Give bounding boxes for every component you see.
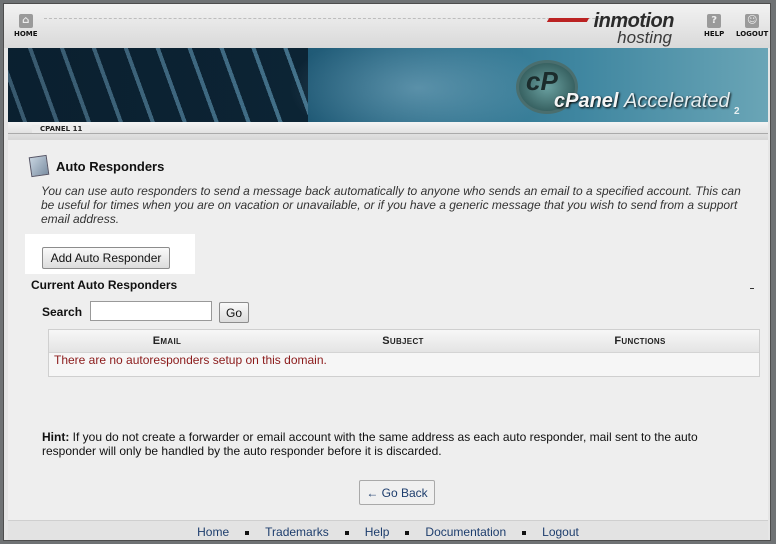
auto-responders-table: Email Subject Functions There are no aut… <box>48 329 760 377</box>
footer-separator <box>405 530 410 535</box>
go-button[interactable]: Go <box>219 302 249 323</box>
version-label: CPANEL 11 <box>32 125 91 133</box>
header-banner: cP cPanel Accelerated 2 <box>8 48 768 122</box>
empty-table-message: There are no autoresponders setup on thi… <box>49 353 759 376</box>
header-functions: Functions <box>614 335 666 347</box>
hint-text: Hint: If you do not create a forwarder o… <box>42 430 742 458</box>
footer-link-logout[interactable]: Logout <box>542 525 579 539</box>
home-icon: ⌂ <box>18 14 33 28</box>
footer-nav: Home Trademarks Help Documentation Logout <box>8 520 768 540</box>
search-input[interactable] <box>90 301 212 321</box>
hint-body: If you do not create a forwarder or emai… <box>42 430 698 458</box>
page-header: Auto Responders <box>28 154 165 178</box>
footer-link-documentation[interactable]: Documentation <box>425 525 506 539</box>
header-subject[interactable]: Subject <box>285 335 521 347</box>
footer-separator <box>522 530 527 535</box>
footer-separator <box>344 530 349 535</box>
brand-line2: hosting <box>617 28 672 47</box>
logo-version: 2 <box>734 106 740 117</box>
version-strip: CPANEL 11 <box>8 122 768 141</box>
footer-separator <box>245 530 250 535</box>
user-icon: ☺ <box>745 14 760 28</box>
brand-swoosh <box>546 18 590 22</box>
home-nav[interactable]: ⌂ HOME <box>14 14 38 38</box>
footer-link-trademarks[interactable]: Trademarks <box>265 525 329 539</box>
world-map-glow <box>288 48 548 122</box>
main-content: Auto Responders You can use auto respond… <box>8 140 768 520</box>
page-title: Auto Responders <box>56 158 165 174</box>
logo-text-cpanel: cPanel <box>554 90 619 112</box>
version-divider <box>8 133 768 134</box>
logout-label: LOGOUT <box>736 30 769 38</box>
footer-link-home[interactable]: Home <box>197 525 229 539</box>
hint-label: Hint: <box>42 430 70 444</box>
cpanel-window: ⌂ HOME inmotion hosting ? HELP ☺ LOGOUT … <box>3 3 771 541</box>
help-icon: ? <box>707 14 722 28</box>
logo-text-accelerated: Accelerated <box>624 90 730 112</box>
search-label: Search <box>42 305 83 319</box>
help-label: HELP <box>704 30 725 38</box>
network-cables-image <box>8 48 308 122</box>
inmotion-logo: inmotion hosting <box>544 10 684 47</box>
auto-responder-icon <box>28 154 50 178</box>
table-header: Email Subject Functions <box>49 330 759 353</box>
help-nav[interactable]: ? HELP <box>704 14 724 38</box>
add-auto-responder-button[interactable]: Add Auto Responder <box>42 247 170 269</box>
home-label: HOME <box>14 30 38 38</box>
intro-text: You can use auto responders to send a me… <box>41 184 741 226</box>
scroll-marker <box>750 288 754 289</box>
logout-nav[interactable]: ☺ LOGOUT <box>736 14 768 38</box>
go-back-button[interactable]: ← Go Back <box>359 480 435 505</box>
footer-link-help[interactable]: Help <box>365 525 390 539</box>
cpanel-logo-text: cPanel Accelerated <box>554 90 730 113</box>
header-email[interactable]: Email <box>49 335 285 347</box>
top-bar: ⌂ HOME inmotion hosting ? HELP ☺ LOGOUT <box>4 4 770 48</box>
section-title: Current Auto Responders <box>31 278 178 292</box>
